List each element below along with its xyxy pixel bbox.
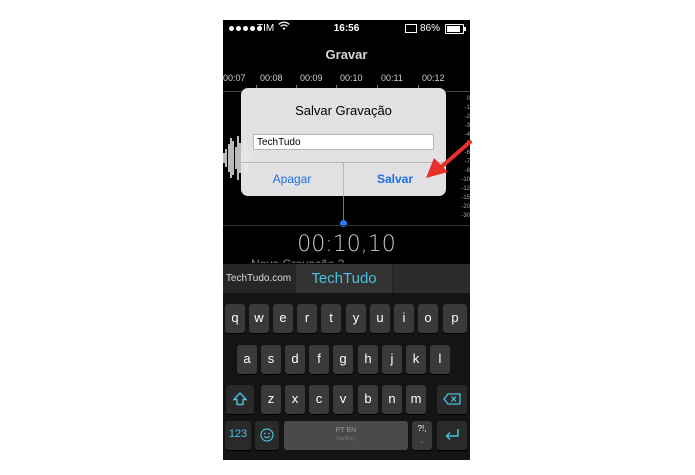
timeline-tick: 00:12 xyxy=(422,73,445,83)
emoji-icon xyxy=(255,421,279,451)
key-r[interactable]: r xyxy=(297,304,317,333)
shift-icon xyxy=(226,385,254,415)
save-recording-dialog: Salvar Gravação TechTudo Apagar Salvar xyxy=(241,88,446,196)
space-brand: SwiftKey xyxy=(336,436,356,442)
level-scale-label: -1 xyxy=(464,105,470,111)
punctuation-sub: . xyxy=(420,435,424,446)
screen-title: Gravar xyxy=(325,47,368,62)
timeline-tick: 00:08 xyxy=(260,73,283,83)
key-z[interactable]: z xyxy=(261,385,281,414)
status-bar: TIM 16:56 86% xyxy=(223,20,470,38)
key-g[interactable]: g xyxy=(333,345,353,374)
recording-name-input[interactable]: TechTudo xyxy=(253,134,434,150)
key-e[interactable]: e xyxy=(273,304,293,333)
emoji-key[interactable] xyxy=(255,421,279,450)
recording-timer: 00:10,10 xyxy=(297,232,396,257)
return-icon xyxy=(437,421,467,451)
key-c[interactable]: c xyxy=(309,385,329,414)
level-scale-label: -20 xyxy=(461,204,470,210)
key-w[interactable]: w xyxy=(249,304,269,333)
key-i[interactable]: i xyxy=(394,304,414,333)
key-t[interactable]: t xyxy=(321,304,341,333)
key-u[interactable]: u xyxy=(370,304,390,333)
red-arrow-annotation xyxy=(420,140,480,180)
dialog-title: Salvar Gravação xyxy=(295,103,392,118)
key-a[interactable]: a xyxy=(237,345,257,374)
backspace-key[interactable] xyxy=(437,385,467,414)
timeline-tick: 00:11 xyxy=(381,73,403,83)
phone-screen: TIM 16:56 86% Gravar 00:07 00:08 00:09 0… xyxy=(223,20,470,460)
backspace-icon xyxy=(437,385,467,414)
space-language: PT EN xyxy=(335,427,357,434)
level-scale-label: -30 xyxy=(461,213,470,219)
battery-icon xyxy=(445,24,466,34)
timeline-tick: 00:07 xyxy=(223,73,246,83)
key-m[interactable]: m xyxy=(406,385,426,414)
key-n[interactable]: n xyxy=(382,385,402,414)
level-scale-label: -15 xyxy=(461,195,470,201)
key-j[interactable]: j xyxy=(382,345,402,374)
punctuation-label: ?!, xyxy=(417,424,427,433)
punctuation-key[interactable]: ?!, . xyxy=(412,421,432,450)
delete-button[interactable]: Apagar xyxy=(241,162,343,196)
keyboard: q w e r t y u i o p a s d f g h j k l z … xyxy=(223,293,470,460)
key-x[interactable]: x xyxy=(285,385,305,414)
key-v[interactable]: v xyxy=(333,385,353,414)
recording-name: Nova Gravação 2 xyxy=(251,257,344,263)
key-s[interactable]: s xyxy=(261,345,281,374)
level-scale-label: -12 xyxy=(461,186,470,192)
key-p[interactable]: p xyxy=(443,304,467,333)
timeline-tick: 00:10 xyxy=(340,73,363,83)
airplay-icon xyxy=(405,24,417,33)
key-h[interactable]: h xyxy=(358,345,378,374)
divider xyxy=(223,225,470,226)
suggestion-left[interactable]: TechTudo.com xyxy=(223,264,294,293)
key-y[interactable]: y xyxy=(346,304,366,333)
timeline-tick: 00:09 xyxy=(300,73,323,83)
suggestion-bar: TechTudo.com TechTudo xyxy=(223,264,470,293)
level-scale-label: 0 xyxy=(466,96,470,102)
return-key[interactable] xyxy=(437,421,467,450)
level-scale-label: -2 xyxy=(464,114,470,120)
key-k[interactable]: k xyxy=(406,345,426,374)
space-key[interactable]: PT EN SwiftKey xyxy=(284,421,408,450)
suggestion-right[interactable] xyxy=(394,264,470,293)
key-d[interactable]: d xyxy=(285,345,305,374)
key-l[interactable]: l xyxy=(430,345,450,374)
level-scale-label: -4 xyxy=(464,132,470,138)
numbers-key[interactable]: 123 xyxy=(225,421,251,450)
level-scale-label: -3 xyxy=(464,123,470,129)
shift-key[interactable] xyxy=(226,385,254,414)
battery-percent: 86% xyxy=(420,23,441,34)
key-o[interactable]: o xyxy=(418,304,438,333)
key-q[interactable]: q xyxy=(225,304,245,333)
key-f[interactable]: f xyxy=(309,345,329,374)
key-b[interactable]: b xyxy=(358,385,378,414)
suggestion-center[interactable]: TechTudo xyxy=(296,264,392,293)
